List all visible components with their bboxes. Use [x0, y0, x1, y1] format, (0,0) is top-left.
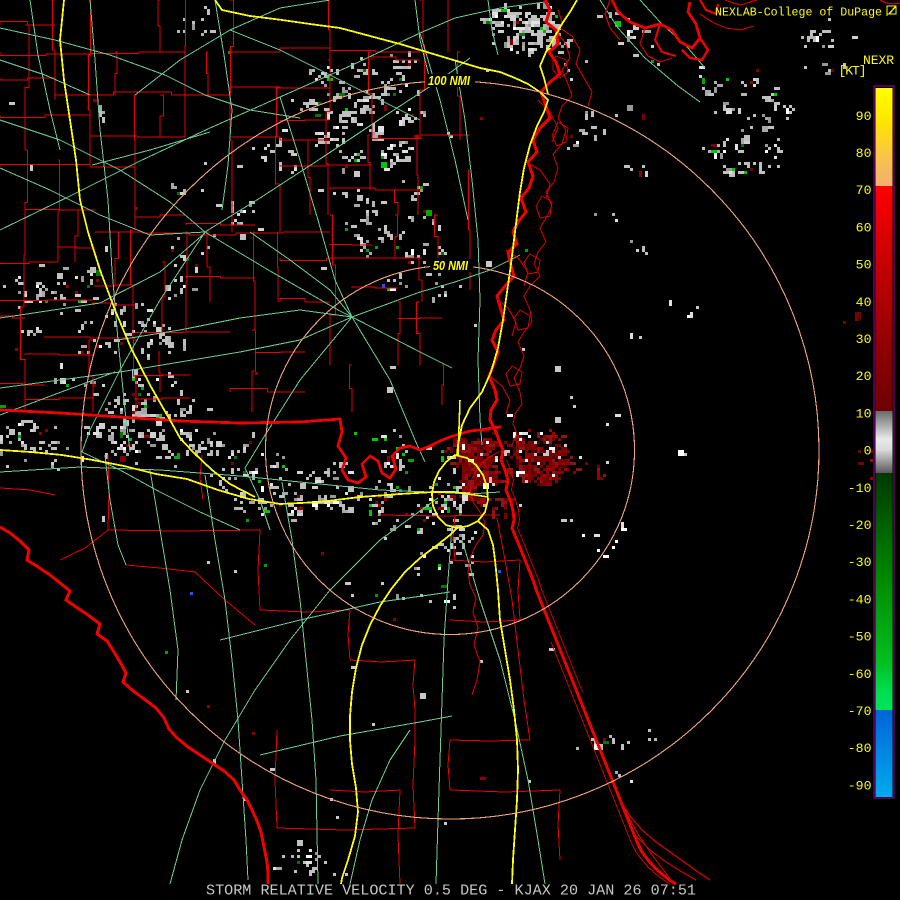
svg-text:70: 70	[856, 183, 872, 198]
svg-text:-80: -80	[848, 741, 872, 756]
svg-text:40: 40	[856, 295, 872, 310]
svg-text:0: 0	[864, 444, 872, 459]
svg-text:NEXLAB-College of DuPage: NEXLAB-College of DuPage	[715, 7, 882, 20]
svg-text:20: 20	[856, 369, 872, 384]
svg-text:90: 90	[856, 109, 872, 124]
svg-text:STORM RELATIVE VELOCITY 0.5 DE: STORM RELATIVE VELOCITY 0.5 DEG - KJAX 2…	[206, 884, 696, 900]
svg-text:60: 60	[856, 220, 872, 235]
svg-text:30: 30	[856, 332, 872, 347]
svg-text:-90: -90	[848, 778, 872, 793]
svg-text:-50: -50	[848, 630, 872, 645]
svg-text:10: 10	[856, 406, 872, 421]
svg-text:50 NMI: 50 NMI	[433, 258, 468, 273]
svg-text:-60: -60	[848, 667, 872, 682]
svg-text:-40: -40	[848, 592, 872, 607]
svg-text:100 NMI: 100 NMI	[428, 73, 470, 88]
svg-text:-70: -70	[848, 704, 872, 719]
svg-text:NEXR: NEXR	[863, 53, 894, 68]
svg-text:80: 80	[856, 146, 872, 161]
svg-text:-20: -20	[848, 518, 872, 533]
svg-text:50: 50	[856, 258, 872, 273]
svg-text:[KT]: [KT]	[839, 64, 867, 79]
svg-text:-30: -30	[848, 555, 872, 570]
svg-text:-10: -10	[848, 481, 872, 496]
